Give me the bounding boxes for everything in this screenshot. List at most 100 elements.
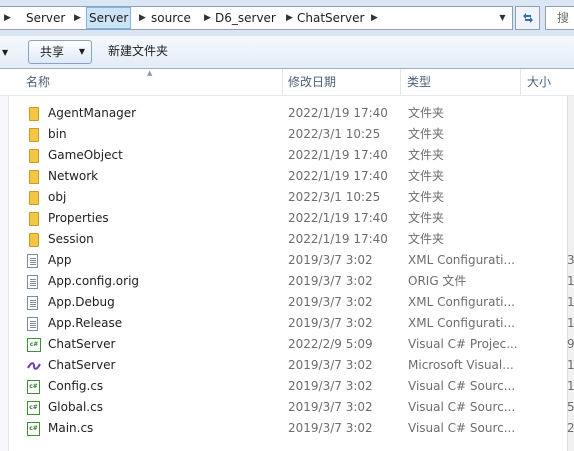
file-row[interactable]: Properties 2022/1/19 17:40 文件夹 bbox=[22, 208, 574, 229]
file-size: 2 bbox=[567, 421, 574, 435]
file-size: 9 bbox=[567, 337, 574, 351]
breadcrumb-separator-icon[interactable]: ▶ bbox=[4, 7, 11, 29]
file-row[interactable]: App.Release 2019/3/7 3:02 XML Configurati.… bbox=[22, 313, 574, 334]
file-size bbox=[567, 103, 574, 124]
file-name: Network bbox=[48, 169, 99, 183]
file-size: 5 bbox=[567, 400, 574, 414]
breadcrumb-separator-icon[interactable]: ▶ bbox=[286, 7, 293, 29]
file-name: Config.cs bbox=[48, 379, 104, 393]
file-row[interactable]: App.Debug 2019/3/7 3:02 XML Configurati...… bbox=[22, 292, 574, 313]
address-bar[interactable]: ▶ Server ▶ Server ▶ source ▶ D6_server ▶… bbox=[0, 6, 513, 30]
folder-icon bbox=[27, 145, 43, 166]
file-name: Session bbox=[48, 232, 94, 246]
address-bar-row: ▶ Server ▶ Server ▶ source ▶ D6_server ▶… bbox=[0, 0, 574, 36]
folder-icon bbox=[27, 229, 43, 250]
folder-icon bbox=[27, 166, 43, 187]
file-type: Visual C# Sourc... bbox=[408, 400, 516, 414]
file-row[interactable]: Network 2022/1/19 17:40 文件夹 bbox=[22, 166, 574, 187]
file-size: 1 bbox=[567, 274, 574, 288]
file-list: AgentManager 2022/1/19 17:40 文件夹 bin 2022/3/… bbox=[22, 103, 574, 439]
breadcrumb-item-d6-server[interactable]: D6_server bbox=[215, 7, 276, 29]
file-row[interactable]: App 2019/3/7 3:02 XML Configurati... 3 bbox=[22, 250, 574, 271]
csharp-file-icon: c# bbox=[27, 397, 43, 418]
file-name: ChatServer bbox=[48, 337, 116, 351]
toolbar-organize-arrow-icon[interactable]: ▼ bbox=[2, 48, 8, 57]
file-type: XML Configurati... bbox=[408, 295, 515, 309]
column-date[interactable]: 修改日期 bbox=[282, 69, 400, 96]
breadcrumb-separator-icon[interactable]: ▶ bbox=[204, 7, 211, 29]
file-row[interactable]: ChatServer 2019/3/7 3:02 Microsoft Visual.… bbox=[22, 355, 574, 376]
config-file-icon bbox=[27, 292, 43, 313]
file-type: Microsoft Visual... bbox=[408, 358, 514, 372]
file-date: 2019/3/7 3:02 bbox=[288, 421, 373, 435]
file-row[interactable]: c# Global.cs 2019/3/7 3:02 Visual C# Sourc.… bbox=[22, 397, 574, 418]
breadcrumb-item-server[interactable]: Server bbox=[26, 7, 65, 29]
file-date: 2022/3/1 10:25 bbox=[288, 127, 381, 141]
file-row[interactable]: c# ChatServer 2022/2/9 5:09 Visual C# Proje… bbox=[22, 334, 574, 355]
breadcrumb-item-source[interactable]: source bbox=[151, 7, 191, 29]
file-type: 文件夹 bbox=[408, 190, 445, 204]
file-type: 文件夹 bbox=[408, 211, 445, 225]
file-name: AgentManager bbox=[48, 106, 137, 120]
file-row[interactable]: Session 2022/1/19 17:40 文件夹 bbox=[22, 229, 574, 250]
column-type[interactable]: 类型 bbox=[401, 69, 519, 96]
address-dropdown-icon[interactable]: ▼ bbox=[493, 7, 512, 29]
file-name: App.Release bbox=[48, 316, 123, 330]
file-name: bin bbox=[48, 127, 67, 141]
file-row[interactable]: bin 2022/3/1 10:25 文件夹 bbox=[22, 124, 574, 145]
csharp-file-icon: c# bbox=[27, 376, 43, 397]
file-size bbox=[567, 166, 574, 187]
folder-icon bbox=[27, 103, 43, 124]
refresh-icon bbox=[522, 13, 533, 23]
column-header: ▲ 名称 修改日期 类型 大小 bbox=[0, 69, 574, 96]
column-name[interactable]: 名称 bbox=[20, 69, 282, 96]
breadcrumb-separator-icon[interactable]: ▶ bbox=[371, 7, 378, 29]
file-row[interactable]: obj 2022/3/1 10:25 文件夹 bbox=[22, 187, 574, 208]
solution-icon bbox=[27, 355, 43, 376]
file-size bbox=[567, 229, 574, 250]
breadcrumb-separator-icon[interactable]: ▶ bbox=[139, 7, 146, 29]
chevron-down-icon: ▼ bbox=[78, 47, 85, 56]
file-size: 1 bbox=[567, 379, 574, 393]
csharp-file-icon: c# bbox=[27, 418, 43, 439]
file-date: 2019/3/7 3:02 bbox=[288, 379, 373, 393]
refresh-button[interactable] bbox=[515, 6, 540, 30]
file-type: 文件夹 bbox=[408, 106, 445, 120]
file-size: 3 bbox=[567, 253, 574, 267]
file-date: 2019/3/7 3:02 bbox=[288, 358, 373, 372]
file-name: App.config.orig bbox=[48, 274, 140, 288]
file-date: 2022/1/19 17:40 bbox=[288, 169, 388, 183]
file-type: 文件夹 bbox=[408, 148, 445, 162]
config-file-icon bbox=[27, 313, 43, 334]
file-date: 2019/3/7 3:02 bbox=[288, 400, 373, 414]
share-button[interactable]: 共享 ▼ bbox=[28, 40, 92, 64]
breadcrumb-item-server-active[interactable]: Server bbox=[86, 7, 132, 29]
file-row[interactable]: AgentManager 2022/1/19 17:40 文件夹 bbox=[22, 103, 574, 124]
share-button-label: 共享 bbox=[40, 45, 65, 59]
file-row[interactable]: c# Main.cs 2019/3/7 3:02 Visual C# Sourc...… bbox=[22, 418, 574, 439]
file-size bbox=[567, 187, 574, 208]
search-input[interactable]: 搜 bbox=[545, 6, 574, 30]
file-date: 2022/1/19 17:40 bbox=[288, 232, 388, 246]
column-size[interactable]: 大小 bbox=[521, 69, 574, 96]
file-size: 1 bbox=[567, 295, 574, 309]
file-name: Properties bbox=[48, 211, 109, 225]
file-type: Visual C# Sourc... bbox=[408, 421, 516, 435]
file-row[interactable]: c# Config.cs 2019/3/7 3:02 Visual C# Sourc.… bbox=[22, 376, 574, 397]
file-date: 2022/3/1 10:25 bbox=[288, 190, 381, 204]
file-name: App.Debug bbox=[48, 295, 115, 309]
file-row[interactable]: App.config.orig 2019/3/7 3:02 ORIG 文件 1 bbox=[22, 271, 574, 292]
file-name: GameObject bbox=[48, 148, 123, 162]
file-name: obj bbox=[48, 190, 67, 204]
file-size: 1 bbox=[567, 358, 574, 372]
file-date: 2019/3/7 3:02 bbox=[288, 316, 373, 330]
breadcrumb-separator-icon[interactable]: ▶ bbox=[74, 7, 81, 29]
file-date: 2019/3/7 3:02 bbox=[288, 253, 373, 267]
file-date: 2022/2/9 5:09 bbox=[288, 337, 373, 351]
folder-icon bbox=[27, 124, 43, 145]
new-folder-button[interactable]: 新建文件夹 bbox=[102, 40, 174, 64]
file-size bbox=[567, 208, 574, 229]
file-row[interactable]: GameObject 2022/1/19 17:40 文件夹 bbox=[22, 145, 574, 166]
breadcrumb-item-chatserver[interactable]: ChatServer bbox=[297, 7, 364, 29]
file-size bbox=[567, 145, 574, 166]
